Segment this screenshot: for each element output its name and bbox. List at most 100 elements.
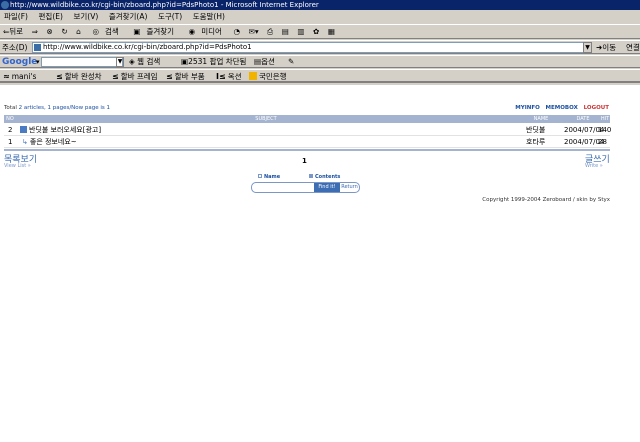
link-frames[interactable]: ≤ 할바 프레임 [112,70,158,81]
mail-icon[interactable]: ✉▾ [246,25,262,38]
return-button[interactable]: Return [340,183,359,192]
page-count: 1 pages/Now page is [47,105,105,111]
link-manis-label: mani's [11,72,37,81]
links-button[interactable]: 연결 [626,41,640,53]
col-date: DATE [576,116,590,122]
table-row: 2 반딧불 보러오세요[광고] 반딧불 2004/07/04 140 [4,125,612,136]
popup-blocker[interactable]: ▣2531 팝업 차단됨 [181,56,246,67]
history-icon[interactable]: ◔ [230,25,243,38]
print-icon[interactable]: ⎙ [264,25,276,38]
ie-icon [1,1,9,9]
google-options[interactable]: ▤옵션 [254,56,275,67]
menu-help[interactable]: 도움말(H) [189,10,229,23]
row-name[interactable]: 반딧불 [526,125,545,136]
logout-link[interactable]: LOGOUT [584,105,609,111]
link-complete-bikes-label: 할바 완성차 [64,72,102,81]
link-parts[interactable]: ≤ 할바 부품 [166,70,205,81]
link-manis[interactable]: ≈ mani's [3,70,37,81]
pencil-icon[interactable]: ✎ [288,56,294,67]
go-button[interactable]: ➜이동 [596,41,617,53]
row-hit: 28 [598,138,607,146]
google-toolbar: Google ▾ ▼ ◈ 웹 검색 ▣2531 팝업 차단됨 ▤옵션 ✎ [0,55,640,68]
discuss-icon[interactable]: ▥ [294,25,307,38]
stop-icon[interactable]: ⊗ [43,25,55,38]
search-name-checkbox[interactable]: Name [258,174,280,180]
forward-button[interactable]: ⇒ [29,25,41,38]
google-search-input[interactable] [41,57,123,67]
window-titlebar: http://www.wildbike.co.kr/cgi-bin/zboard… [0,0,640,10]
favorites-label: 즐겨찾기 [146,27,175,36]
article-count: 2 articles, [18,105,46,111]
board-summary: Total 2 articles, 1 pages/Now page is 1 [4,105,110,111]
user-links: MYINFO MEMOBOX LOGOUT [511,105,609,111]
menu-view[interactable]: 보기(V) [69,10,102,23]
row-no: 1 [8,138,13,146]
address-dropdown[interactable]: ▼ [583,42,592,53]
link-kb-bank[interactable]: 국민은행 [249,70,287,81]
myinfo-link[interactable]: MYINFO [515,105,540,111]
research-icon[interactable]: ▦ [325,25,338,38]
checkbox-icon [309,174,313,178]
row-name[interactable]: 호타루 [526,137,545,148]
messenger-icon[interactable]: ✿ [310,25,322,38]
edit-icon[interactable]: ▤ [279,25,292,38]
search-icon: ◎ [92,27,100,36]
table-row: 1 ↳ 좋은 정보네요~ 호타루 2004/07/04 28 [4,137,610,148]
view-list-sublabel[interactable]: View List » [4,163,31,169]
home-icon[interactable]: ⌂ [73,25,84,38]
address-bar: 주소(D) http://www.wildbike.co.kr/cgi-bin/… [0,40,640,54]
search-contents-label: Contents [315,174,341,180]
options-label: 옵션 [261,57,275,66]
google-search-dropdown[interactable]: ▼ [116,57,124,67]
window-title: http://www.wildbike.co.kr/cgi-bin/zboard… [10,1,319,9]
refresh-icon[interactable]: ↻ [58,25,70,38]
search-input[interactable] [254,184,314,191]
go-label: 이동 [602,43,617,52]
row-hit: 140 [598,126,612,134]
menu-favorites[interactable]: 즐겨찾기(A) [105,10,152,23]
address-input[interactable]: http://www.wildbike.co.kr/cgi-bin/zboard… [32,42,592,53]
current-page: 1 [106,105,111,111]
link-complete-bikes-icon: ≤ [56,72,63,81]
menu-edit[interactable]: 편집(E) [35,10,67,23]
row-no: 2 [8,126,13,134]
row-subject[interactable]: 반딧불 보러오세요[광고] [20,125,101,136]
link-auction-label: 옥션 [227,72,242,81]
search-label: 검색 [105,27,119,36]
memobox-link[interactable]: MEMOBOX [546,105,578,111]
links-bar: ≈ mani's ≤ 할바 완성차 ≤ 할바 프레임 ≤ 할바 부품 I≤ 옥션 국민은행 [0,69,640,83]
pagination-page[interactable]: 1 [302,157,307,165]
standard-toolbar: ⇐뒤로 ⇒ ⊗ ↻ ⌂ ◎ 검색 ▣ 즐겨찾기 ◉ 미디어 ◔ ✉▾ ⎙ ▤ ▥ ✿ … [0,24,640,39]
write-sublabel[interactable]: Write » [585,163,603,169]
link-kb-bank-label: 국민은행 [259,72,287,81]
col-name: NAME [533,116,549,122]
media-button[interactable]: ◉ 미디어 [183,25,228,38]
row-subject[interactable]: ↳ 좋은 정보네요~ [22,137,77,148]
row-subject-text: 반딧불 보러오세요[광고] [29,126,102,134]
menu-file[interactable]: 파일(F) [0,10,32,23]
menu-tools[interactable]: 도구(T) [154,10,186,23]
search-contents-checkbox[interactable]: Contents [309,174,340,180]
google-menu-icon[interactable]: ▾ [36,56,40,67]
document-icon [20,126,27,133]
google-web-search[interactable]: ◈ 웹 검색 [129,56,161,67]
back-button[interactable]: ⇐뒤로 [0,25,26,38]
link-frames-icon: ≤ [112,72,119,81]
search-button[interactable]: ◎ 검색 [86,25,124,38]
total-label: Total [4,105,17,111]
row-subject-text: 좋은 정보네요~ [29,138,77,146]
address-url: http://www.wildbike.co.kr/cgi-bin/zboard… [43,43,252,51]
link-manis-icon: ≈ [3,72,10,81]
page-content: Total 2 articles, 1 pages/Now page is 1 … [0,85,640,442]
link-parts-icon: ≤ [166,72,173,81]
bank-icon [249,72,257,80]
checkbox-icon [258,174,262,178]
google-logo[interactable]: Google [2,56,37,67]
find-button[interactable]: Find it! [314,183,340,192]
link-auction[interactable]: I≤ 옥션 [216,70,242,81]
address-label: 주소(D) [2,43,28,52]
web-search-label: 웹 검색 [137,57,161,66]
favorites-button[interactable]: ▣ 즐겨찾기 [127,25,180,38]
board-search: Find it! Return [251,182,360,193]
link-complete-bikes[interactable]: ≤ 할바 완성차 [56,70,102,81]
